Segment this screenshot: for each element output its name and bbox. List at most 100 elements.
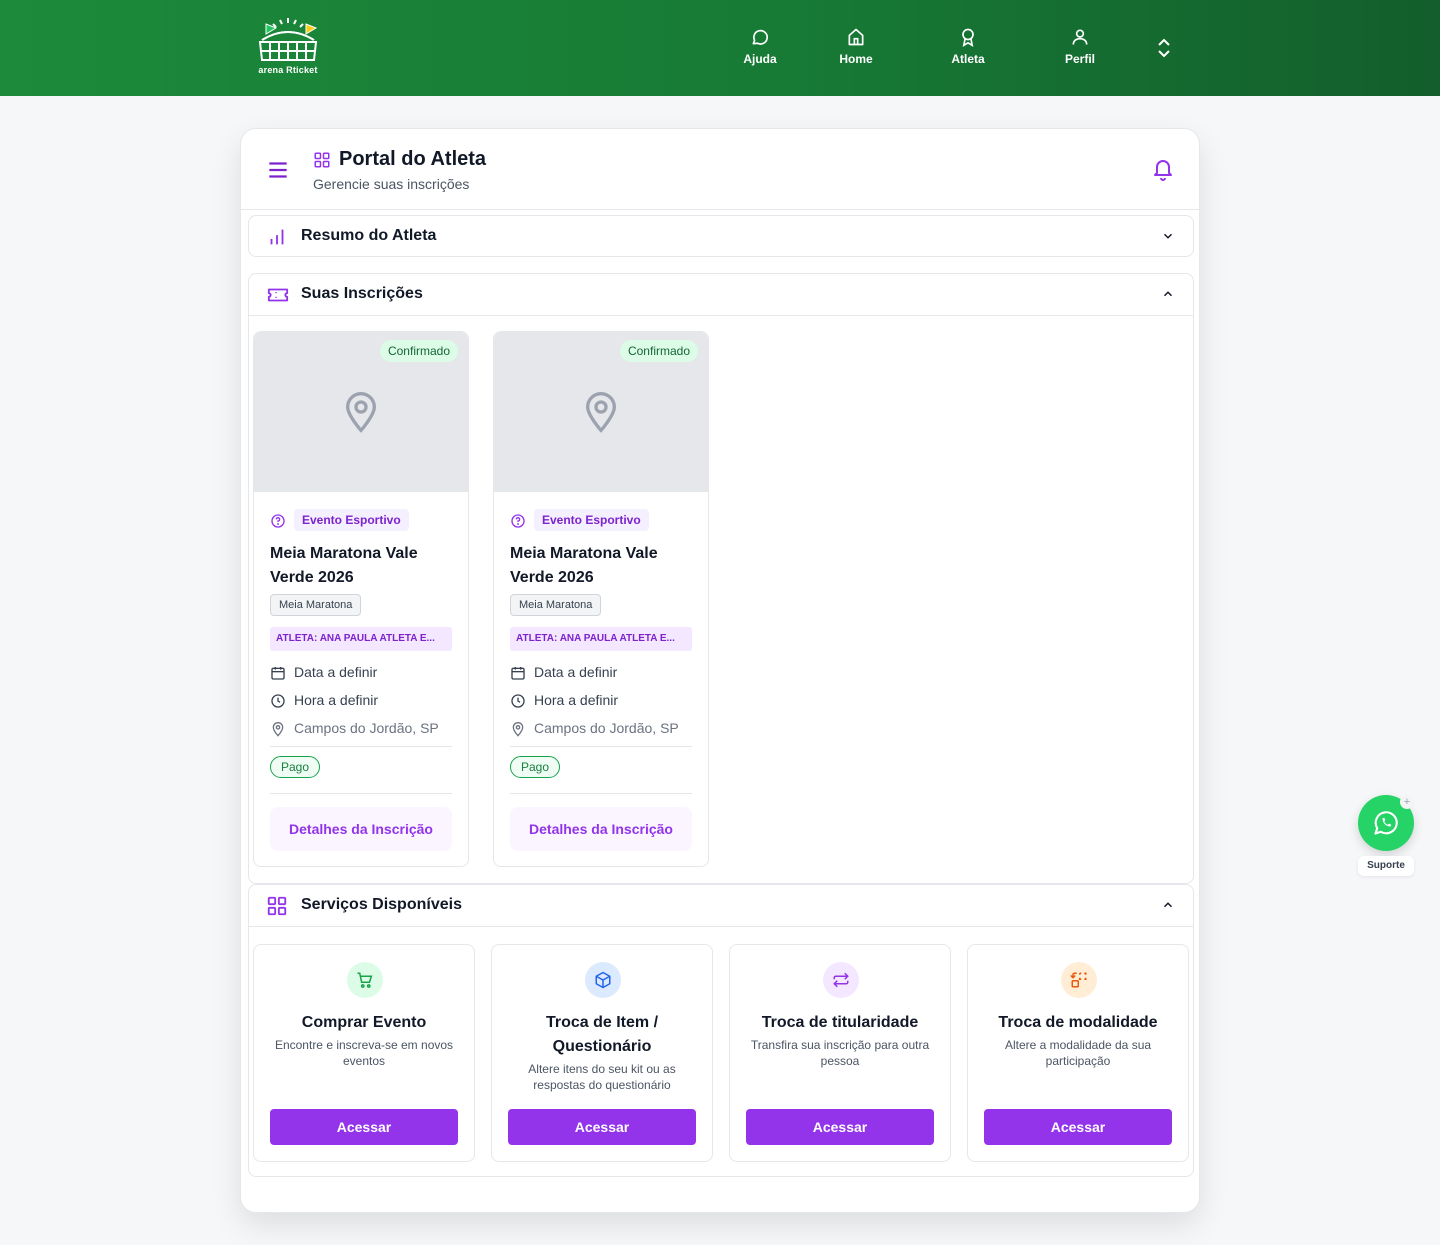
registrations-list: Confirmado Evento Esportivo Meia Maraton… — [249, 315, 1193, 883]
date-text: Data a definir — [294, 664, 378, 680]
registration-card: Confirmado Evento Esportivo Meia Maraton… — [253, 331, 469, 867]
nav-ajuda[interactable]: Ajuda — [720, 27, 800, 66]
event-title: Meia Maratona Vale Verde 2026 — [510, 545, 658, 586]
service-title: Comprar Evento — [301, 1014, 427, 1031]
help-circle-icon — [271, 514, 285, 528]
service-access-button[interactable]: Acessar — [984, 1109, 1172, 1145]
chevron-up-icon — [1163, 291, 1173, 297]
nav-atleta[interactable]: Atleta — [928, 27, 1008, 66]
help-circle-icon — [511, 514, 525, 528]
service-icon-wrap — [1061, 962, 1097, 998]
whatsapp-close-icon[interactable]: + — [1400, 795, 1414, 809]
nav-perfil[interactable]: Perfil — [1040, 27, 1120, 66]
notifications-button[interactable] — [1151, 157, 1175, 186]
time-text: Hora a definir — [294, 692, 379, 708]
service-access-button[interactable]: Acessar — [746, 1109, 934, 1145]
section-title: Suas Inscrições — [301, 285, 423, 302]
hamburger-menu-button[interactable] — [265, 157, 291, 183]
service-description: Altere a modalidade da sua participação — [1004, 1038, 1152, 1068]
home-icon — [848, 28, 864, 46]
event-image-placeholder: Confirmado — [494, 332, 708, 492]
top-navbar: arena Rticket Ajuda Home Atleta Perfil — [0, 0, 1440, 96]
cart-icon — [357, 972, 373, 988]
service-title: Troca de Item / Questionário — [545, 1014, 659, 1055]
box-icon — [595, 971, 611, 989]
menu-icon — [269, 162, 287, 178]
section-servicos-disponiveis: Serviços Disponíveis Comprar Evento Enco… — [248, 884, 1194, 1177]
section-inscricoes-header[interactable]: Suas Inscrições — [249, 274, 1193, 315]
nav-home[interactable]: Home — [816, 27, 896, 66]
page-subtitle: Gerencie suas inscrições — [313, 176, 470, 192]
map-pin-icon — [345, 392, 377, 433]
event-title: Meia Maratona Vale Verde 2026 — [270, 545, 418, 586]
category-tag: Evento Esportivo — [294, 509, 409, 531]
section-suas-inscricoes: Suas Inscrições Confirmado Evento Esport… — [248, 273, 1194, 884]
clock-icon — [511, 694, 525, 708]
payment-badge: Pago — [510, 756, 561, 778]
modality-tag: Meia Maratona — [270, 594, 362, 616]
chevron-down-icon — [1163, 233, 1173, 239]
section-title: Resumo do Atleta — [301, 227, 437, 244]
divider — [270, 746, 452, 747]
service-description: Transfira sua inscrição para outra pesso… — [750, 1038, 930, 1068]
page-title: Portal do Atleta — [339, 148, 487, 170]
calendar-icon — [511, 667, 525, 680]
nav-expand-toggle[interactable] — [1152, 36, 1176, 60]
section-resumo-header[interactable]: Resumo do Atleta — [249, 216, 1193, 257]
exchange-icon — [1070, 972, 1087, 988]
section-title: Serviços Disponíveis — [301, 896, 462, 913]
service-title: Troca de titularidade — [761, 1014, 919, 1031]
nav-label: Home — [839, 52, 873, 66]
service-card-troca-item: Troca de Item / Questionário Altere iten… — [491, 944, 713, 1162]
user-icon — [1072, 29, 1088, 45]
service-title: Troca de modalidade — [998, 1014, 1158, 1031]
athlete-tag: ATLETA: ANA PAULA ATLETA E... — [270, 627, 452, 651]
grid-icon — [314, 152, 330, 168]
section-servicos-header[interactable]: Serviços Disponíveis — [249, 885, 1193, 926]
logo-text: arena Rticket — [258, 65, 318, 75]
service-card-troca-titularidade: Troca de titularidade Transfira sua insc… — [729, 944, 951, 1162]
status-badge: Confirmado — [379, 340, 458, 362]
medal-icon — [962, 28, 974, 47]
chat-icon — [752, 29, 768, 45]
registration-details-button[interactable]: Detalhes da Inscrição — [510, 807, 692, 851]
bell-icon — [1154, 160, 1172, 181]
service-card-troca-modalidade: Troca de modalidade Altere a modalidade … — [967, 944, 1189, 1162]
map-pin-icon — [585, 392, 617, 433]
support-label: Suporte — [1358, 856, 1414, 876]
athlete-tag: ATLETA: ANA PAULA ATLETA E... — [510, 627, 692, 651]
grid-icon — [267, 896, 287, 916]
swap-icon — [833, 972, 849, 988]
services-list: Comprar Evento Encontre e inscreva-se em… — [249, 926, 1193, 1176]
time-text: Hora a definir — [534, 692, 619, 708]
service-access-button[interactable]: Acessar — [270, 1109, 458, 1145]
service-description: Encontre e inscreva-se em novos eventos — [274, 1038, 454, 1068]
service-card-comprar-evento: Comprar Evento Encontre e inscreva-se em… — [253, 944, 475, 1162]
event-image-placeholder: Confirmado — [254, 332, 468, 492]
modality-tag: Meia Maratona — [510, 594, 602, 616]
divider — [510, 746, 692, 747]
divider — [270, 793, 452, 794]
nav-label: Perfil — [1064, 52, 1095, 66]
service-description: Altere itens do seu kit ou as respostas … — [528, 1062, 676, 1092]
status-badge: Confirmado — [619, 340, 698, 362]
stadium-logo-icon — [258, 18, 318, 61]
bar-chart-icon — [270, 229, 284, 245]
chevron-up-icon — [1163, 902, 1173, 908]
nav-label: Ajuda — [743, 52, 777, 66]
service-access-button[interactable]: Acessar — [508, 1109, 696, 1145]
payment-badge: Pago — [270, 756, 321, 778]
map-pin-icon — [272, 722, 284, 737]
registration-card: Confirmado Evento Esportivo Meia Maraton… — [493, 331, 709, 867]
service-icon-wrap — [347, 962, 383, 998]
ticket-icon — [267, 288, 289, 302]
divider — [510, 793, 692, 794]
whatsapp-icon — [1374, 811, 1398, 835]
registration-details-button[interactable]: Detalhes da Inscrição — [270, 807, 452, 851]
service-icon-wrap — [823, 962, 859, 998]
arena-ticket-logo[interactable]: arena Rticket — [254, 16, 322, 76]
date-text: Data a definir — [534, 664, 618, 680]
portal-header: Portal do Atleta Gerencie suas inscriçõe… — [241, 129, 1199, 210]
nav-label: Atleta — [951, 52, 985, 66]
service-icon-wrap — [585, 962, 621, 998]
